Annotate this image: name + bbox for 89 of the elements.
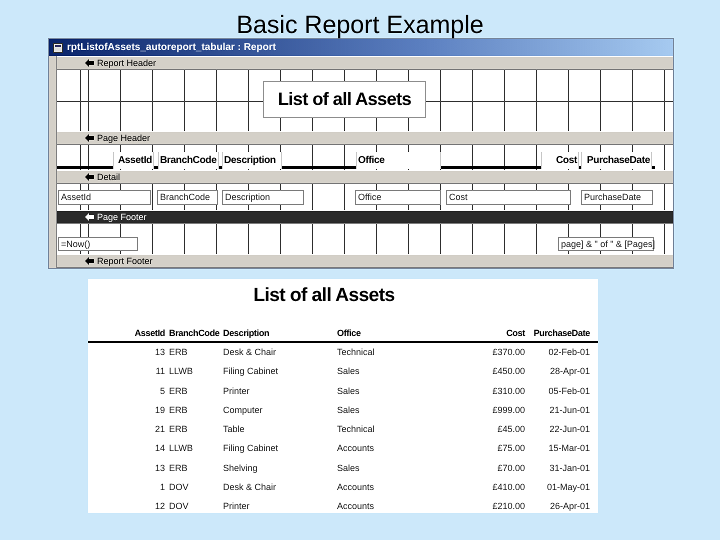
column-label[interactable]: Description	[222, 152, 282, 169]
table-cell-text: LLWB	[169, 365, 194, 378]
section-bar[interactable]: Report Header	[57, 56, 673, 70]
column-label[interactable]: Office	[356, 152, 441, 169]
column-label[interactable]: BranchCode	[158, 152, 219, 169]
table-cell-text: £75.00	[496, 442, 525, 456]
table-cell-text: Shelving	[223, 462, 259, 475]
table-cell-text: £210.00	[491, 500, 525, 513]
window-title: rptListofAssets_autoreport_tabular : Report	[67, 42, 276, 53]
table-cell-text: LLWB	[169, 442, 194, 456]
table-cell-text: Sales	[337, 404, 361, 417]
column-label[interactable]: AssetId	[113, 152, 154, 169]
table-cell-text: Computer	[223, 404, 264, 417]
table-cell-text: 28-Apr-01	[548, 365, 590, 378]
table-cell-text: 14	[154, 442, 165, 456]
table-cell-text: Accounts	[337, 481, 376, 494]
table-cell-text: ERB	[169, 346, 189, 359]
table-cell-text: £70.00	[496, 462, 525, 475]
column-header: Office	[337, 327, 362, 340]
text-box[interactable]: AssetId	[58, 190, 151, 205]
table-cell-text: 5	[158, 384, 165, 398]
text-box[interactable]: page] & " of " & [Pages]	[558, 237, 654, 251]
pointer-icon	[85, 59, 94, 67]
column-header: PurchaseDate	[532, 327, 590, 340]
table-cell-text: £310.00	[491, 384, 525, 398]
table-cell-text: Printer	[223, 500, 251, 513]
table-cell-text: 13	[154, 462, 165, 475]
table-cell-text: DOV	[169, 481, 190, 494]
table-cell-text: Filing Cabinet	[223, 365, 280, 378]
table-cell-text: Accounts	[337, 442, 376, 456]
table-cell-text: Desk & Chair	[223, 346, 278, 359]
column-label[interactable]: PurchaseDate	[581, 152, 652, 169]
table-cell-text: Filing Cabinet	[223, 442, 280, 456]
report-title: List of all Assets	[252, 284, 396, 308]
table-cell-text: Desk & Chair	[223, 481, 278, 494]
table-cell-text: 22-Jun-01	[548, 423, 590, 436]
table-cell-text: Sales	[337, 384, 361, 398]
text-box[interactable]: Cost	[446, 190, 571, 205]
column-label[interactable]: Cost	[541, 152, 579, 169]
table-cell-text: Technical	[337, 423, 376, 436]
table-cell-text: 31-Jan-01	[548, 462, 590, 475]
table-cell-text: ERB	[169, 462, 189, 475]
table-cell-text: ERB	[169, 423, 189, 436]
table-cell-text: £45.00	[496, 423, 525, 436]
table-cell-text: 05-Feb-01	[547, 384, 590, 398]
table-cell-text: Sales	[337, 462, 361, 475]
text-box[interactable]: =Now()	[58, 237, 138, 251]
table-cell-text: DOV	[169, 500, 190, 513]
column-header: BranchCode	[169, 327, 219, 340]
section-bar[interactable]: Page Footer	[57, 210, 673, 224]
table-cell-text: £410.00	[491, 481, 525, 494]
report-icon	[53, 42, 63, 52]
table-cell-text: 12	[154, 500, 165, 513]
text-box[interactable]: Description	[222, 190, 304, 205]
table-cell-text: 21	[154, 423, 165, 436]
pointer-icon	[85, 257, 94, 265]
pointer-icon	[85, 134, 94, 142]
table-cell-text: 15-Mar-01	[547, 442, 590, 456]
table-cell-text: Accounts	[337, 500, 376, 513]
pointer-icon	[85, 213, 94, 221]
table-cell-text: 26-Apr-01	[548, 500, 590, 513]
column-header: Cost	[505, 327, 525, 340]
table-cell-text: 19	[154, 404, 165, 417]
table-cell-text: 1	[158, 481, 165, 494]
table-cell-text: 01-May-01	[546, 481, 590, 494]
table-cell-text: 21-Jun-01	[548, 404, 590, 417]
text-box[interactable]: PurchaseDate	[581, 190, 653, 205]
table-cell-text: Sales	[337, 365, 361, 378]
report-title-label[interactable]: List of all Assets	[263, 81, 426, 118]
slide-title: Basic Report Example	[235, 10, 485, 38]
table-cell-text: £450.00	[491, 365, 525, 378]
table-cell-text: 13	[154, 346, 165, 359]
text-box[interactable]: BranchCode	[157, 190, 218, 205]
section-bar[interactable]: Detail	[57, 170, 673, 184]
text-box[interactable]: Office	[355, 190, 441, 205]
table-cell-text: ERB	[169, 384, 189, 398]
table-cell-text: ERB	[169, 404, 189, 417]
pointer-icon	[85, 173, 94, 181]
table-cell-text: 11	[154, 365, 165, 378]
table-cell-text: £370.00	[491, 346, 525, 359]
table-cell-text: 02-Feb-01	[547, 346, 590, 359]
table-cell-text: Table	[223, 423, 246, 436]
table-cell-text: Technical	[337, 346, 376, 359]
section-bar[interactable]: Report Footer	[57, 254, 673, 268]
column-header: Description	[223, 327, 270, 340]
table-cell-text: Printer	[223, 384, 251, 398]
column-header: AssetId	[134, 327, 165, 340]
section-bar[interactable]: Page Header	[57, 131, 673, 145]
table-cell-text: £999.00	[491, 404, 525, 417]
